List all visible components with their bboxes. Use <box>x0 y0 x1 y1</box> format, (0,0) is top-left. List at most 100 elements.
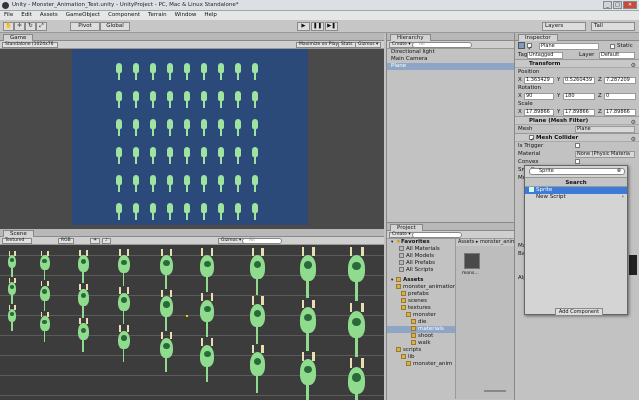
scene-monster[interactable] <box>250 247 266 296</box>
pivot-toggle[interactable]: Pivot <box>70 22 100 31</box>
rotation-x[interactable]: 90 <box>524 93 554 100</box>
scene-monster[interactable] <box>8 305 17 332</box>
project-folder[interactable]: scripts <box>387 347 455 354</box>
position-z[interactable]: 7.287209 <box>604 77 636 84</box>
popup-search-input[interactable]: Sprite <box>529 168 625 175</box>
scale-y[interactable]: 17.89866 <box>563 109 595 116</box>
scene-monster[interactable] <box>200 338 214 383</box>
rotation-z[interactable]: 0 <box>604 93 636 100</box>
scene-monster[interactable] <box>78 249 89 284</box>
game-viewport[interactable] <box>72 49 308 225</box>
thumbnail-size-slider[interactable] <box>484 390 506 392</box>
project-folder[interactable]: monster_animation <box>387 284 455 291</box>
scene-lighting-toggle[interactable]: ☀ <box>90 238 101 244</box>
project-folder[interactable]: walk <box>387 340 455 347</box>
project-folder[interactable]: lib <box>387 354 455 361</box>
scene-monster[interactable] <box>200 248 214 293</box>
favorites-header[interactable]: ▾ ★Favorites <box>387 239 455 246</box>
hierarchy-search-input[interactable]: All <box>412 42 472 48</box>
scene-monster[interactable] <box>348 246 366 302</box>
mesh-field[interactable]: Plane <box>575 126 635 133</box>
stats-toggle[interactable]: Stats <box>338 42 356 48</box>
scene-monster[interactable] <box>40 311 50 342</box>
step-button[interactable]: ▶❚ <box>325 22 338 31</box>
scene-monster[interactable] <box>250 296 266 344</box>
tab-hierarchy[interactable]: Hierarchy <box>390 34 431 41</box>
scene-monster[interactable] <box>160 248 173 290</box>
mesh-filter-header[interactable]: Plane (Mesh Filter) ⚙ <box>515 116 639 126</box>
add-component-button[interactable]: Add Component <box>555 308 603 316</box>
layer-dropdown[interactable]: Default <box>599 52 635 59</box>
project-folder[interactable]: materials <box>387 326 455 333</box>
favorite-item[interactable]: All Scripts <box>387 267 455 274</box>
scene-monster[interactable] <box>200 293 214 338</box>
project-create-dropdown[interactable]: Create ▾ <box>389 232 414 238</box>
scene-monster[interactable] <box>250 345 266 393</box>
asset-thumbnail[interactable] <box>464 253 480 269</box>
project-folder[interactable]: scenes <box>387 298 455 305</box>
scene-monster[interactable] <box>118 325 130 362</box>
project-folder[interactable]: die <box>387 319 455 326</box>
scene-monster[interactable] <box>300 299 317 351</box>
favorite-item[interactable]: All Prefabs <box>387 260 455 267</box>
tab-inspector[interactable]: Inspector <box>518 34 558 41</box>
menu-window[interactable]: Window <box>175 11 197 20</box>
play-button[interactable]: ▶ <box>297 22 310 31</box>
hierarchy-item-plane[interactable]: Plane <box>387 63 514 70</box>
scene-monster[interactable] <box>160 290 173 331</box>
tab-game[interactable]: Game <box>3 34 34 41</box>
active-checkbox[interactable]: ✓ <box>526 43 532 52</box>
static-checkbox[interactable] <box>610 44 615 49</box>
scene-monster[interactable] <box>300 247 317 299</box>
maximize-button[interactable]: □ <box>613 1 622 9</box>
scene-audio-toggle[interactable]: ♪ <box>102 238 111 244</box>
layout-dropdown[interactable]: Tall <box>591 22 635 31</box>
scene-monster[interactable] <box>8 278 17 305</box>
favorite-item[interactable]: All Models <box>387 253 455 260</box>
material-field[interactable]: None (Physic Materia <box>575 151 635 158</box>
assets-header[interactable]: ▾ Assets <box>387 277 455 284</box>
tag-dropdown[interactable]: Untagged <box>527 52 563 59</box>
scene-monster[interactable] <box>78 284 89 318</box>
tab-scene[interactable]: Scene <box>3 230 34 237</box>
scene-monster[interactable] <box>40 250 50 281</box>
global-toggle[interactable]: Global <box>100 22 130 31</box>
scale-tool-icon[interactable]: ⤢ <box>36 22 47 31</box>
project-folder[interactable]: textures <box>387 305 455 312</box>
move-gizmo-icon[interactable] <box>186 315 188 317</box>
move-tool-icon[interactable]: ✛ <box>14 22 25 31</box>
scene-monster[interactable] <box>348 302 366 358</box>
menu-edit[interactable]: Edit <box>21 11 32 20</box>
clear-search-icon[interactable]: ⊗ <box>617 168 621 174</box>
minimize-button[interactable]: _ <box>603 1 612 9</box>
project-search-input[interactable] <box>412 232 462 238</box>
object-name-input[interactable]: Plane <box>539 43 599 50</box>
scene-monster[interactable] <box>40 281 50 311</box>
scene-monster[interactable] <box>78 318 89 352</box>
transform-header[interactable]: Transform ⚙ <box>515 59 639 69</box>
scale-x[interactable]: 17.89866 <box>524 109 554 116</box>
maximize-on-play-toggle[interactable]: Maximize on Play <box>296 42 342 48</box>
gizmos-dropdown[interactable]: Gizmos ▾ <box>355 42 382 48</box>
scene-gizmos-dropdown[interactable]: Gizmos ▾ <box>218 238 245 244</box>
tab-project[interactable]: Project <box>390 224 423 231</box>
collider-enabled-checkbox[interactable]: ✓ <box>529 135 535 143</box>
scene-monster[interactable] <box>118 249 130 287</box>
rgb-dropdown[interactable]: RGB <box>58 238 74 244</box>
pause-button[interactable]: ❚❚ <box>311 22 324 31</box>
hand-tool-icon[interactable]: ✋ <box>3 22 14 31</box>
menu-terrain[interactable]: Terrain <box>148 11 167 20</box>
is-trigger-checkbox[interactable] <box>575 143 580 148</box>
favorite-item[interactable]: All Materials <box>387 246 455 253</box>
scene-monster[interactable] <box>118 287 130 325</box>
convex-checkbox[interactable] <box>575 159 580 164</box>
resolution-dropdown[interactable]: Standalone (1024x76 <box>2 42 58 48</box>
hierarchy-item-main-camera[interactable]: Main Camera <box>387 56 514 63</box>
mesh-collider-header[interactable]: ✓Mesh Collider ⚙ <box>515 133 639 143</box>
position-y[interactable]: 0.5260439 <box>563 77 595 84</box>
project-folder[interactable]: monster_anim <box>387 361 455 368</box>
popup-item-new-script[interactable]: New Script › <box>525 194 627 201</box>
menu-file[interactable]: File <box>4 11 13 20</box>
scene-monster[interactable] <box>160 331 173 373</box>
menu-help[interactable]: Help <box>204 11 217 20</box>
